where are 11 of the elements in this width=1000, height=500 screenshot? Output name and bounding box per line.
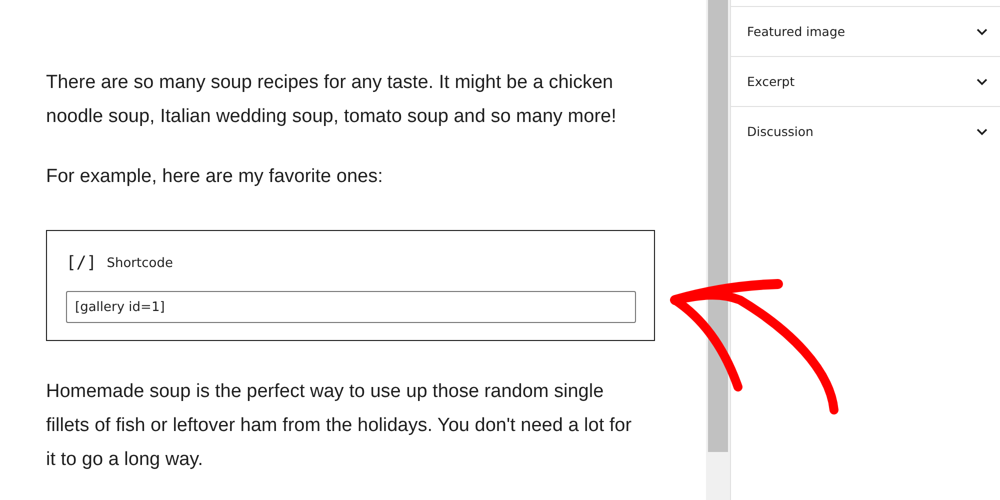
block-label: Shortcode — [106, 256, 173, 270]
shortcode-field[interactable]: [gallery id=1] — [66, 291, 636, 323]
chevron-icon — [976, 78, 988, 86]
paragraph: There are so many soup recipes for any taste. It might be a chicken noodle soup, Italian wedding soup, tomato soup and so many more! — [46, 71, 618, 129]
shortcode-icon: [/] — [66, 253, 97, 273]
chevron-icon — [976, 28, 988, 36]
scrollbar[interactable] — [706, 0, 730, 500]
paragraph: For example, here are my favorite ones: — [46, 165, 384, 189]
paragraph: Homemade soup is the perfect way to use up those random single fillets of fish or leftover ham from the holidays. You don't need a lot for it to go a long way. — [46, 380, 633, 472]
chevron-icon — [976, 128, 988, 136]
scrollbar-thumb[interactable] — [708, 0, 728, 452]
